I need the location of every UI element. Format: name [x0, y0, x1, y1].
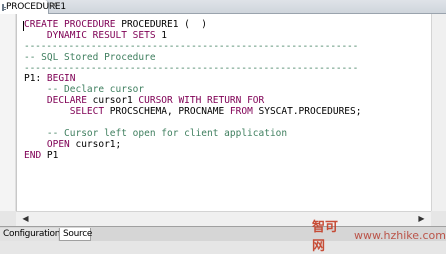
code-token: PROCSCHEMA, PROCNAME: [109, 106, 230, 118]
code-token: cursor1;: [75, 138, 122, 150]
close-icon[interactable]: ✕: [50, 0, 58, 13]
code-token: -- SQL Stored Procedure: [24, 51, 156, 63]
code-line[interactable]: SELECT PROCSCHEMA, PROCNAME FROM SYSCAT.…: [24, 106, 362, 118]
tab-procedure1[interactable]: PROCEDURE1 ✕: [0, 0, 66, 14]
code-token: -- Cursor left open for client applicati…: [24, 127, 288, 139]
code-token: SELECT: [24, 106, 110, 118]
code-area[interactable]: CREATE PROCEDURE PROCEDURE1 ( ) DYNAMIC …: [24, 19, 362, 162]
scroll-left-arrow-icon[interactable]: ◀: [20, 214, 31, 224]
code-token: PROCEDURE1 ( ): [121, 19, 208, 30]
code-token: cursor1: [92, 95, 139, 107]
sql-editor[interactable]: CREATE PROCEDURE PROCEDURE1 ( ) DYNAMIC …: [16, 14, 442, 211]
code-token: P1: [46, 149, 59, 161]
code-token: 1: [161, 29, 168, 41]
code-token: CREATE PROCEDURE: [24, 19, 122, 30]
code-token: P1:: [24, 73, 47, 85]
watermark-url: www.hzhike.com: [354, 228, 446, 242]
code-token: DYNAMIC RESULT SETS: [24, 29, 162, 41]
sql-file-icon: [2, 3, 6, 11]
editor-tab-bar: PROCEDURE1 ✕: [0, 0, 446, 14]
code-token: BEGIN: [46, 73, 76, 85]
vertical-scrollbar[interactable]: [431, 14, 446, 211]
code-token: CURSOR WITH RETURN FOR: [138, 95, 265, 107]
code-token: OPEN: [24, 138, 76, 150]
watermark-brand: 智可网: [312, 220, 339, 254]
code-token: END: [24, 149, 47, 161]
tab-configuration[interactable]: Configuration: [0, 228, 60, 241]
code-token: SYSCAT.PROCEDURES;: [258, 106, 362, 118]
tab-source[interactable]: Source: [59, 228, 92, 241]
code-token: FROM: [229, 106, 259, 118]
watermark: 智可网 www.hzhike.com: [312, 216, 446, 254]
code-line[interactable]: OPEN cursor1;: [24, 138, 361, 151]
code-token: ----------------------------------------…: [24, 62, 359, 74]
editor-gutter: [0, 14, 16, 211]
code-token: -- Declare cursor: [24, 84, 145, 96]
code-token: DECLARE: [24, 95, 93, 107]
code-token: ----------------------------------------…: [24, 40, 359, 52]
code-line[interactable]: END P1: [24, 149, 361, 162]
